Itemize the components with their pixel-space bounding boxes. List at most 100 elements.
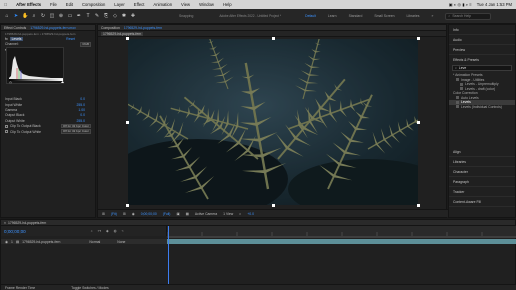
transform-handle[interactable]: [417, 37, 420, 40]
workspace-small-screen[interactable]: Small Screen: [374, 14, 394, 18]
output-black-value[interactable]: 0.0: [80, 113, 85, 117]
comp-flowchart-icon[interactable]: ⊶: [98, 229, 101, 233]
channel-select[interactable]: RGB: [80, 42, 91, 47]
transform-handle[interactable]: [417, 204, 420, 207]
hand-tool-icon[interactable]: ✋: [22, 13, 28, 19]
menu-composition[interactable]: Composition: [82, 2, 105, 7]
snapping-toggle[interactable]: Snapping: [179, 14, 193, 18]
time-ruler[interactable]: [166, 226, 516, 236]
transform-handle[interactable]: [126, 204, 129, 207]
transform-handle[interactable]: [272, 37, 275, 40]
histogram[interactable]: [6, 47, 64, 84]
paragraph-section[interactable]: Paragraph: [449, 177, 515, 187]
comp-timecode[interactable]: 0;00;00;00: [141, 212, 157, 216]
layer-name[interactable]: 1796529-hd-puppets-fern: [22, 240, 60, 244]
clip-black-checkbox[interactable]: [5, 124, 8, 128]
camera-select[interactable]: Active Camera: [195, 212, 217, 216]
input-black-value[interactable]: 0.0: [80, 97, 85, 101]
graph-editor-icon[interactable]: ⌁: [122, 229, 124, 233]
camera-tool-icon[interactable]: ◫: [49, 13, 55, 19]
workspace-default[interactable]: Default: [305, 14, 316, 18]
info-section[interactable]: Info: [449, 25, 515, 35]
output-white-value[interactable]: 255.0: [77, 119, 86, 123]
puppet-tool-icon[interactable]: ✚: [130, 13, 136, 19]
tab-effect-controls[interactable]: Effect Controls: [4, 26, 26, 30]
transform-handle[interactable]: [272, 204, 275, 207]
menu-window[interactable]: Window: [199, 2, 214, 7]
tab-composition[interactable]: Composition: [101, 26, 120, 30]
layer-parent[interactable]: None: [117, 240, 125, 244]
tab-timeline[interactable]: 1796529-hd-puppets-fern: [8, 221, 46, 225]
clip-white-checkbox[interactable]: [5, 130, 8, 134]
timeline-search-icon[interactable]: ⌕: [91, 229, 93, 233]
color-mgmt-icon[interactable]: ◐: [239, 212, 241, 216]
workspace-standard[interactable]: Standard: [349, 14, 363, 18]
menu-file[interactable]: File: [50, 2, 57, 7]
exposure-value[interactable]: +0.0: [247, 212, 254, 216]
roto-tool-icon[interactable]: ✱: [121, 13, 127, 19]
resolution-select[interactable]: (Full): [163, 212, 171, 216]
playhead[interactable]: [168, 226, 169, 290]
app-menu[interactable]: After Effects: [16, 2, 41, 7]
rotate-tool-icon[interactable]: ↻: [40, 13, 46, 19]
clone-tool-icon[interactable]: ⎘: [103, 13, 109, 19]
comp-subtab[interactable]: 1796529-hd-puppets-fern: [101, 31, 144, 36]
fx-badge-icon[interactable]: fx: [5, 37, 8, 41]
work-area-bar[interactable]: [167, 236, 516, 238]
roi-icon[interactable]: ▣: [176, 212, 179, 216]
content-aware-fill-section[interactable]: Content-Aware Fill: [449, 197, 515, 207]
menu-help[interactable]: Help: [223, 2, 232, 7]
brush-tool-icon[interactable]: ✎: [94, 13, 100, 19]
layer-mode[interactable]: Normal: [89, 240, 100, 244]
grid-icon[interactable]: ⊞: [123, 212, 126, 216]
menu-view[interactable]: View: [181, 2, 190, 7]
gamma-value[interactable]: 1.00: [78, 108, 85, 112]
effects-search-field[interactable]: ⌕ Leve: [452, 65, 512, 71]
eraser-tool-icon[interactable]: ◇: [112, 13, 118, 19]
pen-tool-icon[interactable]: ✒: [76, 13, 82, 19]
workspace-libraries[interactable]: Libraries: [407, 14, 420, 18]
toggle-switches-modes[interactable]: Toggle Switches / Modes: [71, 286, 109, 290]
transform-handle[interactable]: [126, 37, 129, 40]
visibility-icon[interactable]: ◉: [5, 240, 8, 244]
pan-behind-tool-icon[interactable]: ⊕: [58, 13, 64, 19]
zoom-select[interactable]: (Fit): [111, 212, 117, 216]
transparency-icon[interactable]: ▦: [186, 212, 189, 216]
tracker-section[interactable]: Tracker: [449, 187, 515, 197]
view-layout-select[interactable]: 1 View: [223, 212, 233, 216]
reset-link[interactable]: Reset: [66, 37, 75, 41]
audio-section[interactable]: Audio: [449, 35, 515, 45]
motion-blur-icon[interactable]: ◍: [114, 229, 117, 233]
libraries-section[interactable]: Libraries: [449, 157, 515, 167]
camera-icon[interactable]: ◉: [132, 212, 135, 216]
menu-effect[interactable]: Effect: [134, 2, 145, 7]
selection-tool-icon[interactable]: ➤: [13, 13, 19, 19]
close-icon[interactable]: ×: [4, 221, 6, 225]
workspace-more-icon[interactable]: »: [432, 14, 434, 18]
timeline-timecode[interactable]: 0;00;00;00: [4, 229, 26, 234]
character-section[interactable]: Character: [449, 167, 515, 177]
input-white-value[interactable]: 255.0: [77, 103, 86, 107]
magnify-icon[interactable]: ⊞: [102, 212, 105, 216]
layer-duration-bar[interactable]: [167, 239, 516, 244]
menu-edit[interactable]: Edit: [66, 2, 73, 7]
status-icons[interactable]: ▣ ◐ ◎ ▮ ⌕ ≡: [449, 2, 472, 7]
rectangle-tool-icon[interactable]: ▭: [67, 13, 73, 19]
workspace-learn[interactable]: Learn: [328, 14, 337, 18]
clip-white-select[interactable]: Off for 32 bpc Color: [60, 129, 91, 134]
preview-section[interactable]: Preview: [449, 45, 515, 55]
clip-black-select[interactable]: Off for 32 bpc Color: [60, 123, 91, 129]
menu-layer[interactable]: Layer: [114, 2, 124, 7]
transform-handle[interactable]: [417, 121, 420, 124]
effects-presets-title[interactable]: Effects & Presets: [449, 55, 515, 65]
draft-3d-icon[interactable]: ◈: [106, 229, 109, 233]
text-tool-icon[interactable]: T: [85, 13, 91, 19]
transform-handle[interactable]: [126, 121, 129, 124]
search-help-field[interactable]: ⌕ Search Help: [445, 12, 492, 20]
align-section[interactable]: Align: [449, 147, 515, 157]
composition-viewer[interactable]: [128, 39, 418, 205]
zoom-tool-icon[interactable]: ⌕: [31, 13, 37, 19]
home-icon[interactable]: ⌂: [4, 13, 10, 19]
apple-menu-icon[interactable]: : [4, 2, 7, 7]
menu-animation[interactable]: Animation: [153, 2, 172, 7]
